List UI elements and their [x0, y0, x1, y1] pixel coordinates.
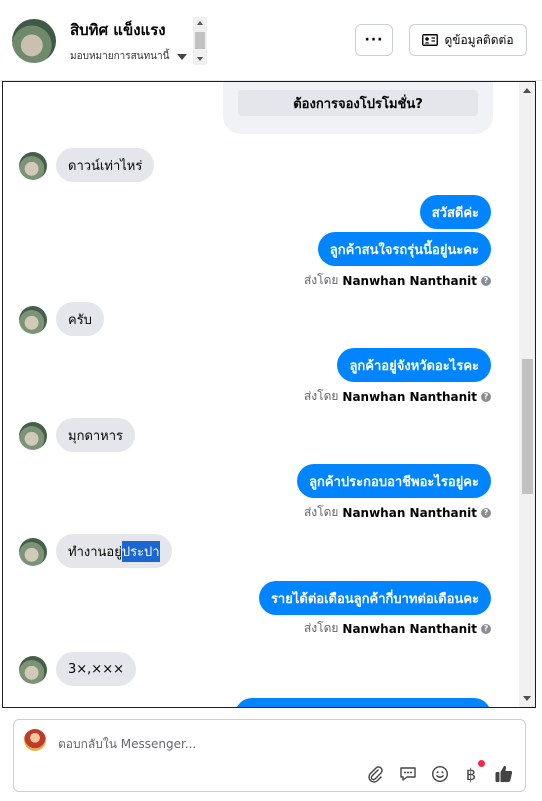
- paperclip-icon[interactable]: [365, 764, 385, 784]
- sent-by-line: ส่งโดย Nanwhan Nanthanit?: [304, 387, 491, 406]
- smiley-icon[interactable]: [430, 764, 450, 784]
- contact-avatar-small: [19, 422, 47, 450]
- scroll-up-arrow-icon[interactable]: [523, 88, 531, 93]
- conversation-header: สิบทิศ แข็งแรง มอบหมายการสนทนานี้ ··· ดู…: [0, 0, 542, 81]
- view-contact-label: ดูข้อมูลติดต่อ: [444, 32, 514, 47]
- outgoing-message[interactable]: ลูกค้าอยู่จังหวัดอะไรคะ: [337, 348, 491, 382]
- info-icon[interactable]: ?: [481, 507, 491, 518]
- header-scrollbar[interactable]: [193, 17, 207, 65]
- baht-icon[interactable]: ฿: [461, 764, 481, 784]
- scrollbar-thumb[interactable]: [195, 32, 205, 49]
- promo-card: ต้องการจองโปรโมชั่น?: [223, 82, 493, 134]
- scroll-up-arrow-icon[interactable]: [197, 21, 203, 25]
- speech-bubble-icon[interactable]: [398, 764, 418, 784]
- outgoing-message[interactable]: รายได้ต่อเดือนลูกค้ากี่บาทต่อเดือนคะ: [258, 581, 491, 615]
- outgoing-message[interactable]: สวัสดีค่ะ: [419, 195, 491, 229]
- view-contact-info-button[interactable]: ดูข้อมูลติดต่อ: [409, 24, 527, 56]
- message-text: ทำงานอยู่: [68, 544, 122, 560]
- contact-name[interactable]: สิบทิศ แข็งแรง: [70, 18, 166, 42]
- assign-conversation-dropdown[interactable]: มอบหมายการสนทนานี้: [70, 49, 188, 64]
- caret-down-icon: [177, 53, 188, 60]
- contact-card-icon: [422, 34, 439, 46]
- scroll-down-arrow-icon[interactable]: [197, 57, 203, 61]
- contact-avatar[interactable]: [12, 19, 56, 63]
- contact-avatar-small: [19, 538, 47, 566]
- info-icon[interactable]: ?: [481, 391, 491, 402]
- selected-text: ประปา: [121, 540, 160, 562]
- scrollbar-thumb[interactable]: [522, 359, 533, 494]
- outgoing-message[interactable]: ลูกค้าประกอบอาชีพอะไรอยู่คะ: [297, 464, 491, 498]
- outgoing-message[interactable]: ลูกค้าสนใจรถรุ่นนี้อยู่นะคะ: [317, 232, 491, 266]
- outgoing-message-partial[interactable]: [235, 698, 491, 707]
- message-thread[interactable]: ต้องการจองโปรโมชั่น? ดาวน์เท่าไหร่ สวัสด…: [2, 81, 536, 708]
- more-options-button[interactable]: ···: [355, 24, 393, 56]
- reply-input[interactable]: ตอบกลับใน Messenger...: [58, 735, 196, 754]
- contact-avatar-small: [19, 306, 47, 334]
- sent-by-line: ส่งโดย Nanwhan Nanthanit?: [304, 503, 491, 522]
- contact-avatar-small: [19, 152, 47, 180]
- incoming-message[interactable]: ดาวน์เท่าไหร่: [56, 148, 155, 182]
- incoming-message[interactable]: ทำงานอยู่ ประปา: [56, 534, 172, 568]
- page-avatar: [24, 729, 46, 751]
- thumbs-up-icon[interactable]: [494, 764, 514, 784]
- info-icon[interactable]: ?: [481, 275, 491, 286]
- thread-scrollbar[interactable]: [519, 82, 535, 707]
- reply-composer[interactable]: ตอบกลับใน Messenger... ฿: [13, 719, 526, 792]
- incoming-message[interactable]: มุกดาหาร: [56, 418, 136, 452]
- sent-by-line: ส่งโดย Nanwhan Nanthanit?: [304, 619, 491, 638]
- incoming-message[interactable]: ครับ: [56, 302, 104, 336]
- sent-by-line: ส่งโดย Nanwhan Nanthanit?: [304, 271, 491, 290]
- promo-booking-button[interactable]: ต้องการจองโปรโมชั่น?: [238, 90, 478, 116]
- info-icon[interactable]: ?: [481, 623, 491, 634]
- notification-dot: [478, 760, 485, 767]
- scroll-down-arrow-icon[interactable]: [523, 696, 531, 701]
- incoming-message[interactable]: 3×,×××: [56, 652, 136, 686]
- assign-label: มอบหมายการสนทนานี้: [70, 51, 170, 62]
- contact-avatar-small: [19, 656, 47, 684]
